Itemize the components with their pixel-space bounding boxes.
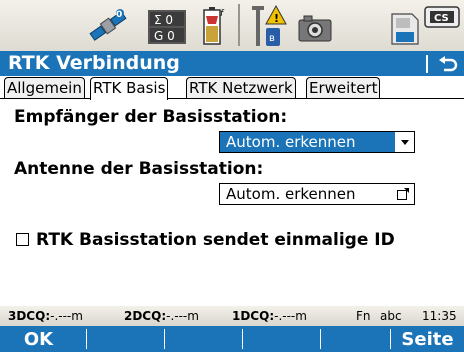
svg-text:CS: CS [434, 13, 449, 24]
memory-card-icon[interactable] [390, 12, 420, 46]
clock: 11:35 [422, 309, 457, 323]
softkey-f3[interactable] [165, 326, 242, 352]
tab-allgemein[interactable]: Allgemein [4, 77, 85, 98]
antenna-field-value: Autom. erkennen [226, 185, 356, 203]
title-bar: RTK Verbindung [0, 51, 464, 76]
dcq2-readout: 2DCQ:-.---m [124, 309, 199, 323]
status-bar: 0 Σ 0 G 0 f ! ʙ CS [0, 0, 464, 51]
status-separator [238, 4, 240, 46]
info-bar: 3DCQ:-.---m 2DCQ:-.---m 1DCQ:-.---m Fn a… [0, 306, 464, 326]
page-button[interactable]: Seite [391, 326, 464, 352]
input-mode-indicator: abc [380, 309, 402, 323]
dcq3-readout: 3DCQ:-.---m [8, 309, 83, 323]
softkey-f5[interactable] [321, 326, 398, 352]
svg-text:f: f [220, 9, 225, 19]
receiver-select[interactable]: Autom. erkennen [219, 131, 415, 153]
receiver-select-value: Autom. erkennen [226, 133, 356, 151]
camera-icon[interactable] [298, 14, 332, 42]
page-title: RTK Verbindung [8, 52, 180, 74]
svg-text:G 0: G 0 [154, 29, 175, 43]
svg-text:0: 0 [116, 10, 122, 20]
cs-icon[interactable]: CS [424, 6, 460, 28]
tab-rtk-basis[interactable]: RTK Basis [90, 77, 169, 100]
dcq1-readout: 1DCQ:-.---m [232, 309, 307, 323]
antenna-label: Antenne der Basisstation: [14, 159, 264, 179]
chevron-down-icon[interactable] [395, 132, 414, 152]
receiver-label: Empfänger der Basisstation: [14, 107, 288, 127]
tab-erweitert[interactable]: Erweitert [306, 77, 381, 98]
satellite-icon[interactable]: 0 [86, 5, 130, 47]
battery-icon[interactable]: f [200, 4, 228, 46]
unique-id-label: RTK Basisstation sendet einmalige ID [36, 230, 395, 250]
softkey-f2[interactable] [87, 326, 164, 352]
svg-text:ʙ: ʙ [269, 33, 275, 44]
svg-text:Σ 0: Σ 0 [154, 13, 173, 27]
svg-text:!: ! [274, 12, 279, 25]
antenna-field[interactable]: Autom. erkennen [219, 183, 415, 205]
tab-bar: Allgemein RTK Basis RTK Netzwerk Erweite… [0, 77, 464, 100]
ok-button[interactable]: OK [0, 326, 77, 352]
back-arrow-icon[interactable] [438, 55, 458, 73]
softkey-bar: OK Seite [0, 326, 464, 352]
list-edit-icon[interactable] [397, 188, 409, 200]
softkey-f4[interactable] [243, 326, 320, 352]
radio-icon[interactable]: ! ʙ [250, 4, 288, 48]
unique-id-checkbox[interactable] [16, 233, 29, 246]
sigma-icon[interactable]: Σ 0 G 0 [148, 10, 186, 44]
tab-rtk-netzwerk[interactable]: RTK Netzwerk [186, 77, 296, 98]
title-separator [426, 55, 428, 73]
tab-baseline [0, 98, 464, 99]
fn-indicator: Fn [356, 309, 371, 323]
